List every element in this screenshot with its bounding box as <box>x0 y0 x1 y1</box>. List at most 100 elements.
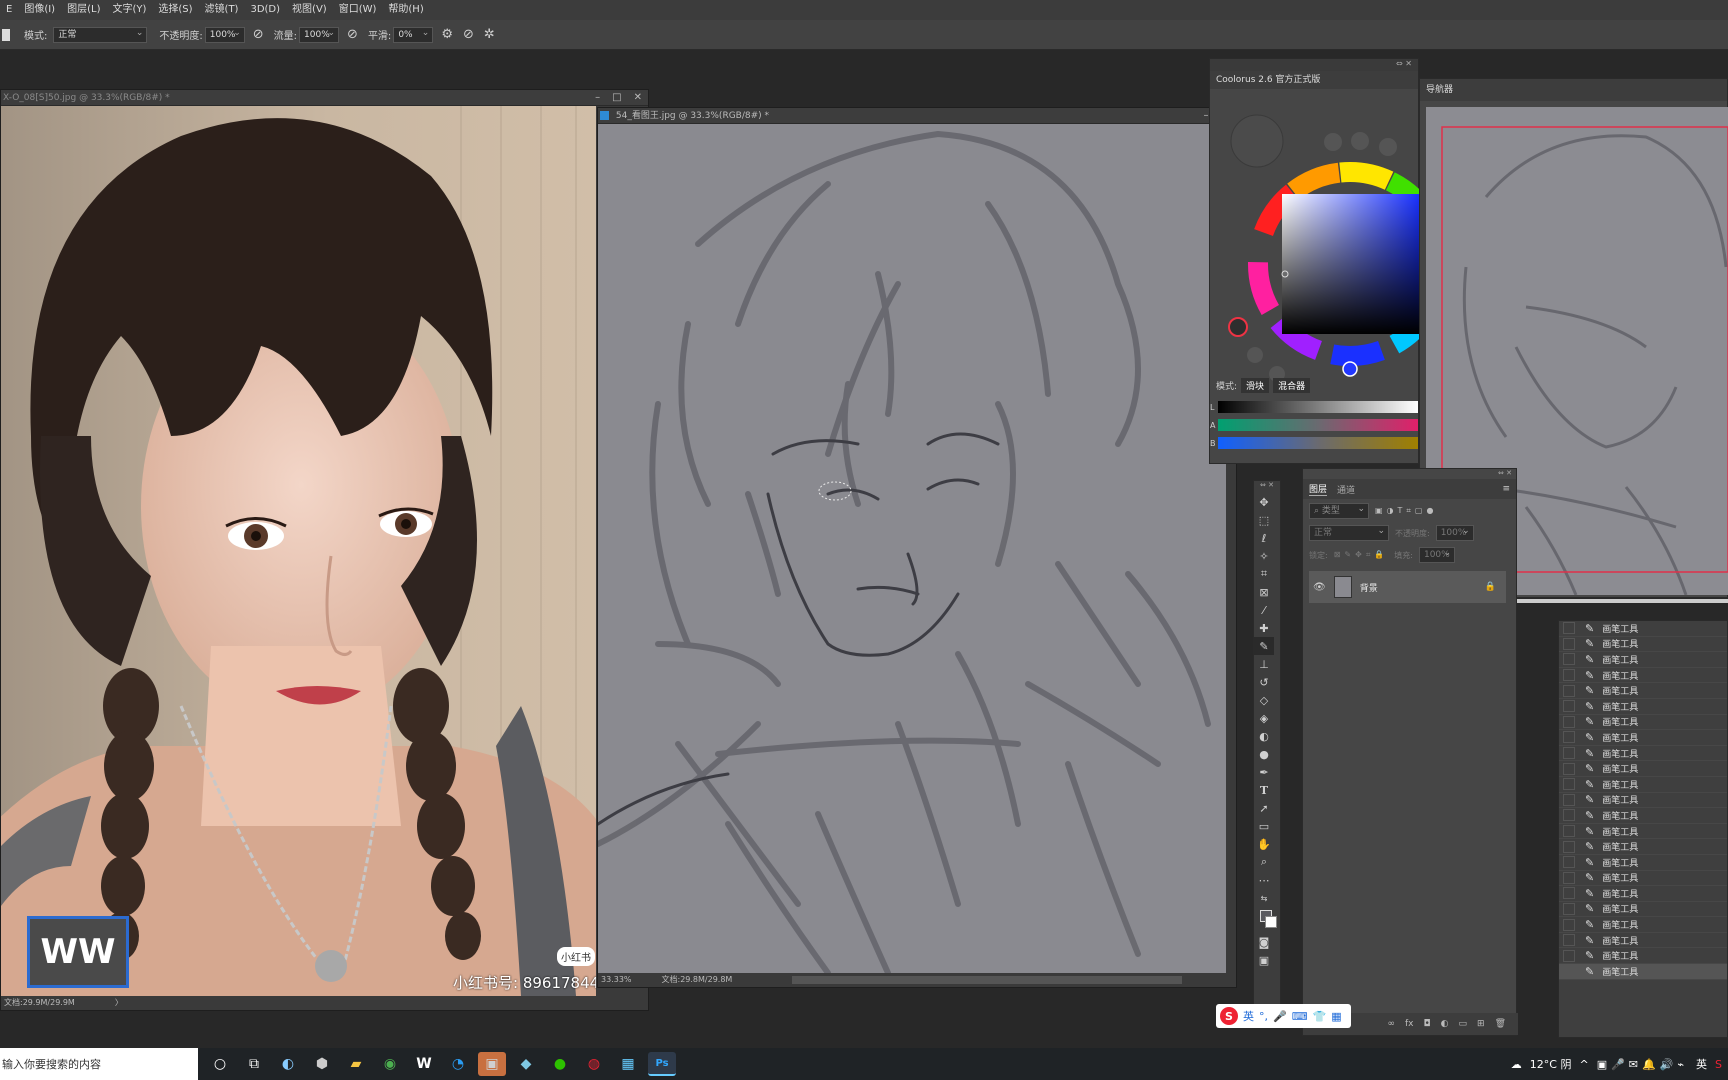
history-checkbox[interactable] <box>1563 965 1575 978</box>
history-checkbox[interactable] <box>1563 637 1575 650</box>
lasso-tool-icon[interactable]: ℓ <box>1254 529 1274 547</box>
punct-icon[interactable]: °, <box>1259 1010 1268 1023</box>
edge-icon[interactable]: ◔ <box>444 1052 472 1076</box>
weather-icon[interactable]: ☁ <box>1511 1058 1522 1071</box>
history-checkbox[interactable] <box>1563 653 1575 666</box>
history-checkbox[interactable] <box>1563 934 1575 947</box>
tray-chevron-icon[interactable]: ^ <box>1579 1058 1588 1071</box>
mic-icon[interactable]: 🎤 <box>1273 1010 1287 1023</box>
history-checkbox[interactable] <box>1563 840 1575 853</box>
skin-icon[interactable]: 👕 <box>1313 1010 1327 1023</box>
dodge-tool-icon[interactable]: ● <box>1254 745 1274 763</box>
history-item[interactable]: ✎ 画笔工具 <box>1559 746 1727 762</box>
history-checkbox[interactable] <box>1563 949 1575 962</box>
sketch-canvas[interactable] <box>598 124 1226 973</box>
minimize-icon[interactable]: – <box>595 90 600 106</box>
history-item[interactable]: ✎ 画笔工具 <box>1559 839 1727 855</box>
more-tools-icon[interactable]: ⋯ <box>1254 871 1274 889</box>
layer-filter-select[interactable]: ⌕ 类型 <box>1309 502 1369 519</box>
word-icon[interactable]: W <box>410 1052 438 1076</box>
adjustment-icon[interactable]: ◐ <box>1441 1019 1449 1029</box>
menu-select[interactable]: 选择(S) <box>152 0 198 20</box>
slider-l[interactable] <box>1218 401 1418 413</box>
type-tool-icon[interactable]: T <box>1254 781 1274 799</box>
channels-tab[interactable]: 通道 <box>1337 483 1355 496</box>
doc-title-bar[interactable]: X-O_08[S]50.jpg @ 33.3%(RGB/8#) * – □ ✕ <box>1 90 648 106</box>
path-select-icon[interactable]: ➚ <box>1254 799 1274 817</box>
photoshop-icon[interactable]: Ps <box>648 1052 676 1076</box>
hand-tool-icon[interactable]: ✋ <box>1254 835 1274 853</box>
history-item[interactable]: ✎ 画笔工具 <box>1559 964 1727 980</box>
swap-colors-icon[interactable]: ⇆ <box>1254 889 1274 907</box>
ime-toolbar[interactable]: S 英 °, 🎤 ⌨ 👕 ▦ <box>1216 1004 1351 1028</box>
fill-input[interactable]: 100% <box>1418 546 1455 563</box>
history-checkbox[interactable] <box>1563 762 1575 775</box>
quick-mask-icon[interactable]: ◙ <box>1254 933 1274 951</box>
task-view-icon[interactable]: ⧉ <box>240 1052 268 1076</box>
ime-lang[interactable]: 英 <box>1243 1008 1254 1024</box>
steam-icon[interactable]: ◐ <box>274 1052 302 1076</box>
add-mask-icon[interactable]: ◘ <box>1424 1019 1431 1029</box>
app-icon[interactable]: ⬢ <box>308 1052 336 1076</box>
marquee-tool-icon[interactable]: ⬚ <box>1254 511 1274 529</box>
tray-icons[interactable]: ▣🎤✉🔔🔊⌁ <box>1597 1058 1688 1071</box>
photo-app-icon[interactable]: ▣ <box>478 1052 506 1076</box>
mode-select[interactable]: 正常 <box>53 26 148 43</box>
eyedropper-icon[interactable]: ⁄ <box>1254 601 1274 619</box>
zoom-tool-icon[interactable]: ⌕ <box>1254 853 1274 871</box>
history-checkbox[interactable] <box>1563 871 1575 884</box>
history-item[interactable]: ✎ 画笔工具 <box>1559 761 1727 777</box>
history-checkbox[interactable] <box>1563 778 1575 791</box>
new-layer-icon[interactable]: ⊞ <box>1477 1019 1485 1029</box>
history-item[interactable]: ✎ 画笔工具 <box>1559 917 1727 933</box>
history-checkbox[interactable] <box>1563 731 1575 744</box>
toolbox-icon[interactable]: ▦ <box>1331 1010 1341 1023</box>
smoothing-input[interactable]: 0% <box>393 26 434 43</box>
minimize-icon[interactable]: – <box>1204 108 1209 124</box>
menu-edge[interactable]: E <box>0 0 18 20</box>
healing-brush-icon[interactable]: ✚ <box>1254 619 1274 637</box>
menu-window[interactable]: 窗口(W) <box>333 0 383 20</box>
history-item[interactable]: ✎ 画笔工具 <box>1559 637 1727 653</box>
navigator-tab[interactable]: 导航器 <box>1426 85 1453 95</box>
doc2-title-bar[interactable]: 54_看图王.jpg @ 33.3%(RGB/8#) * –□ <box>598 108 1236 124</box>
history-item[interactable]: ✎ 画笔工具 <box>1559 824 1727 840</box>
opacity-input[interactable]: 100% <box>204 26 245 43</box>
scrollbar[interactable] <box>792 976 1183 984</box>
history-checkbox[interactable] <box>1563 793 1575 806</box>
stamp-tool-icon[interactable]: ⊥ <box>1254 655 1274 673</box>
history-item[interactable]: ✎ 画笔工具 <box>1559 793 1727 809</box>
history-brush-icon[interactable]: ↺ <box>1254 673 1274 691</box>
history-checkbox[interactable] <box>1563 669 1575 682</box>
visibility-eye-icon[interactable]: 👁 <box>1313 582 1326 593</box>
history-item[interactable]: ✎ 画笔工具 <box>1559 652 1727 668</box>
crop-tool-icon[interactable]: ⌗ <box>1254 565 1274 583</box>
weather-text[interactable]: 12°C 阴 <box>1530 1056 1572 1072</box>
history-item[interactable]: ✎ 画笔工具 <box>1559 808 1727 824</box>
brush-preset-icon[interactable] <box>2 28 10 41</box>
close-icon[interactable]: ✕ <box>634 90 642 106</box>
history-checkbox[interactable] <box>1563 825 1575 838</box>
screen-mode-icon[interactable]: ▣ <box>1254 951 1274 969</box>
menu-layer[interactable]: 图层(L) <box>61 0 106 20</box>
history-item[interactable]: ✎ 画笔工具 <box>1559 699 1727 715</box>
layer-opacity-input[interactable]: 100% <box>1435 524 1474 541</box>
history-checkbox[interactable] <box>1563 856 1575 869</box>
pressure-size-icon[interactable]: ⊘ <box>463 27 474 42</box>
layer-row[interactable]: 👁 背景 🔒 <box>1309 571 1506 603</box>
menu-view[interactable]: 视图(V) <box>286 0 333 20</box>
mixer-tab[interactable]: 混合器 <box>1273 378 1311 393</box>
history-checkbox[interactable] <box>1563 622 1575 635</box>
gear-icon[interactable]: ⚙ <box>441 27 453 42</box>
history-checkbox[interactable] <box>1563 715 1575 728</box>
menu-filter[interactable]: 滤镜(T) <box>199 0 245 20</box>
history-item[interactable]: ✎ 画笔工具 <box>1559 871 1727 887</box>
history-item[interactable]: ✎ 画笔工具 <box>1559 902 1727 918</box>
menu-type[interactable]: 文字(Y) <box>106 0 152 20</box>
history-item[interactable]: ✎ 画笔工具 <box>1559 948 1727 965</box>
photo-canvas[interactable]: WW 小红书 小红书号: 89617844 <box>1 106 596 996</box>
history-item[interactable]: ✎ 画笔工具 <box>1559 855 1727 871</box>
taskbar-search[interactable]: 输入你要搜索的内容 <box>0 1048 198 1080</box>
move-tool-icon[interactable]: ✥ <box>1254 493 1274 511</box>
history-item[interactable]: ✎ 画笔工具 <box>1559 668 1727 684</box>
